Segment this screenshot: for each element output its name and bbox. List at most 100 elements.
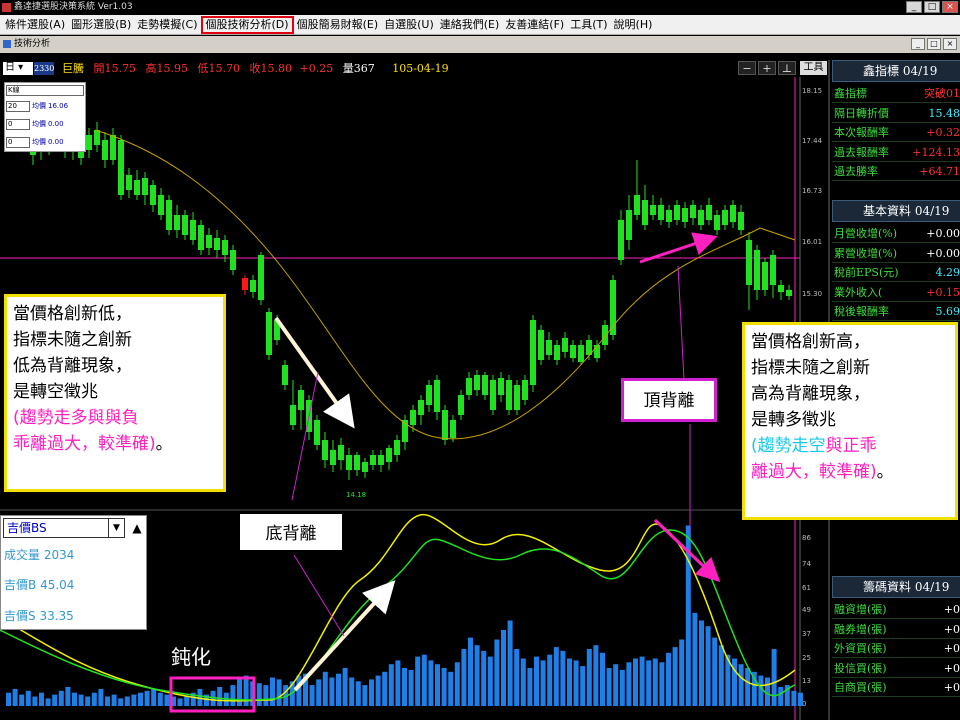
volume-bar bbox=[369, 679, 374, 706]
volume-bar bbox=[177, 698, 183, 706]
panel-row: 融資增(張) +0 bbox=[832, 600, 960, 619]
panel-row-value: +0 bbox=[943, 622, 960, 636]
zoom-out-button[interactable]: − bbox=[738, 61, 756, 75]
volume-bar bbox=[157, 692, 163, 706]
axis-tick-label: 61 bbox=[802, 584, 811, 592]
menu-item[interactable]: 走勢模擬(C) bbox=[134, 16, 200, 34]
indicator-type-select[interactable]: K線 bbox=[6, 84, 84, 96]
maximize-button[interactable]: □ bbox=[924, 1, 940, 13]
ma-period-1[interactable]: 20 bbox=[6, 100, 30, 112]
volume-bar bbox=[639, 656, 645, 706]
volume-bar bbox=[679, 639, 685, 706]
menu-item[interactable]: 友善連結(F) bbox=[502, 16, 567, 34]
volume-bar bbox=[415, 656, 421, 706]
note-line: 當價格創新低， bbox=[13, 304, 132, 324]
candle-body bbox=[578, 345, 584, 362]
candle-body bbox=[458, 395, 464, 415]
menu-item[interactable]: 說明(H) bbox=[611, 16, 656, 34]
volume-bar bbox=[105, 696, 110, 706]
sub-indicator-name: 吉價BS bbox=[7, 521, 47, 535]
candle-body bbox=[258, 255, 264, 300]
stock-code-input[interactable]: 2330 bbox=[34, 62, 54, 75]
volume-bar bbox=[6, 692, 11, 706]
sub-indicator-select[interactable]: 吉價BS ▼ bbox=[3, 518, 125, 538]
tools-button[interactable]: 工具 bbox=[800, 61, 827, 75]
minimize-button[interactable]: _ bbox=[906, 1, 922, 13]
ma-period-3[interactable]: 0 bbox=[6, 136, 30, 148]
volume-bar bbox=[124, 696, 130, 706]
candle-body bbox=[86, 135, 92, 150]
close-button[interactable]: × bbox=[942, 1, 958, 13]
menu-item[interactable]: 工具(T) bbox=[567, 16, 610, 34]
menu-item[interactable]: 個股簡易財報(E) bbox=[294, 16, 382, 34]
axis-tick-label: 16.01 bbox=[802, 238, 822, 246]
ma-label-1: 均價 bbox=[32, 102, 46, 110]
crosshair-button[interactable]: ⊥ bbox=[778, 61, 796, 75]
note-line: 當價格創新高， bbox=[751, 332, 870, 352]
note-line: 離過大，較準確) bbox=[751, 462, 877, 482]
axis-tick-label: 18.15 bbox=[802, 87, 822, 95]
panel-row-label: 外資買(張) bbox=[834, 642, 887, 655]
volume-bar bbox=[699, 620, 704, 706]
panel-row: 外資買(張) +0 bbox=[832, 639, 960, 658]
candle-body bbox=[250, 280, 256, 292]
axis-tick-label: 25 bbox=[802, 654, 811, 662]
sub-volume-value: 2034 bbox=[43, 548, 75, 562]
triangle-up-icon[interactable]: ▲ bbox=[129, 518, 145, 538]
zoom-in-button[interactable]: + bbox=[758, 61, 776, 75]
sub-maximize-button[interactable]: □ bbox=[927, 38, 941, 50]
period-select[interactable]: 日 ▾ bbox=[3, 62, 33, 75]
candle-body bbox=[570, 345, 576, 358]
dull-tag: 鈍化 bbox=[171, 645, 211, 669]
candle-body bbox=[554, 345, 560, 360]
volume-bar bbox=[435, 664, 440, 706]
volume-bar bbox=[111, 694, 117, 706]
candle-body bbox=[658, 205, 664, 220]
panel-row-label: 本次報酬率 bbox=[834, 126, 889, 139]
ma-period-2[interactable]: 0 bbox=[6, 118, 30, 130]
sub-indicator-panel: 吉價BS ▼ ▲ 成交量 2034 吉價B 45.04 吉價S 33.35 bbox=[0, 515, 147, 630]
volume-bar bbox=[164, 694, 170, 706]
menu-item[interactable]: 連絡我們(E) bbox=[437, 16, 503, 34]
candle-body bbox=[498, 378, 504, 395]
panel-row-label: 稅前EPS(元) bbox=[834, 266, 899, 279]
sub-close-button[interactable]: × bbox=[943, 38, 957, 50]
candle-body bbox=[426, 385, 432, 405]
volume-bar bbox=[547, 654, 553, 706]
candle-body bbox=[314, 420, 320, 445]
volume-bar bbox=[646, 660, 652, 706]
chevron-down-icon[interactable]: ▼ bbox=[108, 519, 124, 537]
high-label: 高 bbox=[145, 62, 157, 75]
volume-bar bbox=[514, 649, 520, 706]
candle-body bbox=[786, 290, 792, 296]
volume-bar bbox=[474, 645, 480, 706]
candle-body bbox=[386, 448, 392, 462]
menu-item[interactable]: 自選股(U) bbox=[381, 16, 437, 34]
volume-bar bbox=[184, 696, 190, 706]
sub-minimize-button[interactable]: _ bbox=[911, 38, 925, 50]
panel-row-label: 投信買(張) bbox=[834, 661, 887, 675]
volume-bar bbox=[487, 656, 493, 706]
open-value: 15.75 bbox=[104, 62, 137, 75]
panel-row-value: +124.13 bbox=[912, 145, 960, 159]
volume-bar bbox=[732, 658, 737, 706]
candle-body bbox=[762, 262, 768, 290]
candle-body bbox=[230, 250, 236, 270]
volume-bar bbox=[573, 660, 579, 706]
axis-tick-label: 49 bbox=[802, 606, 811, 614]
menu-item[interactable]: 圖形選股(B) bbox=[68, 16, 134, 34]
panel-row-label: 業外收入( bbox=[834, 285, 883, 299]
bottom-divergence-tag: 底背離 bbox=[238, 512, 344, 552]
panel-row: 鑫指標 突破01 bbox=[832, 84, 960, 103]
close-label: 收 bbox=[249, 62, 261, 75]
menu-item[interactable]: 個股技術分析(D) bbox=[200, 15, 294, 34]
panel-row-value: 5.69 bbox=[935, 305, 960, 318]
menu-item[interactable]: 條件選股(A) bbox=[2, 16, 68, 34]
panel-row-label: 過去報酬率 bbox=[834, 145, 889, 159]
volume-bar bbox=[593, 645, 599, 706]
candle-body bbox=[166, 200, 172, 230]
candle-body bbox=[746, 240, 752, 285]
candle-body bbox=[770, 255, 776, 285]
candle-body bbox=[714, 215, 720, 230]
candle-body bbox=[198, 225, 204, 250]
